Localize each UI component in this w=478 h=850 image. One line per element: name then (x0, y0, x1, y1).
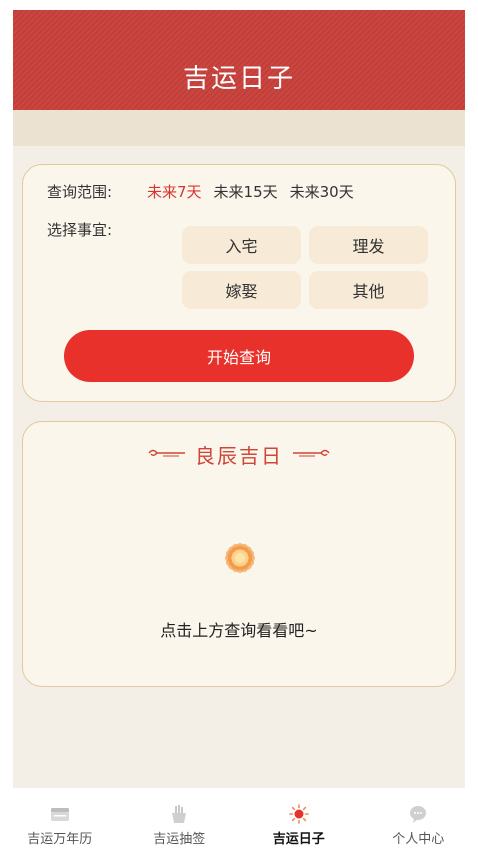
matter-option-other[interactable]: 其他 (309, 271, 428, 309)
header-strip (13, 110, 465, 146)
tab-label: 吉运日子 (272, 832, 325, 847)
tab-calendar[interactable]: 吉运万年历 (0, 790, 120, 850)
range-row: 查询范围: 未来7天 未来15天 未来30天 (47, 179, 366, 203)
calendar-icon (50, 804, 70, 824)
matter-option-wedding[interactable]: 嫁娶 (182, 271, 301, 309)
tab-label: 吉运抽签 (153, 832, 206, 847)
range-option-15-days[interactable]: 未来15天 (214, 181, 278, 202)
lot-tube-icon (169, 804, 189, 824)
tab-profile[interactable]: 个人中心 (359, 790, 478, 850)
chrysanthemum-icon (212, 530, 268, 590)
result-title: 良辰吉日 (195, 444, 283, 468)
app-screen: 吉运日子 查询范围: 未来7天 未来15天 未来30天 选择事宜: 入宅 理发 … (13, 10, 465, 788)
range-option-7-days[interactable]: 未来7天 (147, 181, 202, 202)
page-title: 吉运日子 (182, 64, 295, 94)
empty-state-text: 点击上方查询看看吧~ (160, 621, 318, 640)
result-card: 良辰吉日 点击上方查询看看吧~ (22, 421, 456, 687)
start-query-button[interactable]: 开始查询 (64, 330, 414, 382)
tab-label: 个人中心 (392, 832, 445, 847)
header: 吉运日子 (13, 10, 465, 110)
bottom-tab-bar: 吉运万年历 吉运抽签 吉运日子 个人中心 (0, 790, 478, 850)
tab-draw-lots[interactable]: 吉运抽签 (120, 790, 240, 850)
cloud-ornament-left-icon (147, 445, 187, 464)
range-label: 查询范围: (47, 182, 113, 201)
result-title-row: 良辰吉日 (23, 440, 455, 469)
sun-icon (288, 804, 309, 824)
query-card: 查询范围: 未来7天 未来15天 未来30天 选择事宜: 入宅 理发 嫁娶 其他… (22, 164, 456, 402)
cloud-ornament-right-icon (291, 445, 331, 464)
range-option-30-days[interactable]: 未来30天 (290, 181, 354, 202)
chat-bubble-icon (408, 804, 428, 824)
matter-option-move-in[interactable]: 入宅 (182, 226, 301, 264)
matter-label: 选择事宜: (47, 221, 113, 239)
tab-label: 吉运万年历 (27, 832, 93, 847)
tab-lucky-days[interactable]: 吉运日子 (239, 790, 359, 850)
matter-option-haircut[interactable]: 理发 (309, 226, 428, 264)
